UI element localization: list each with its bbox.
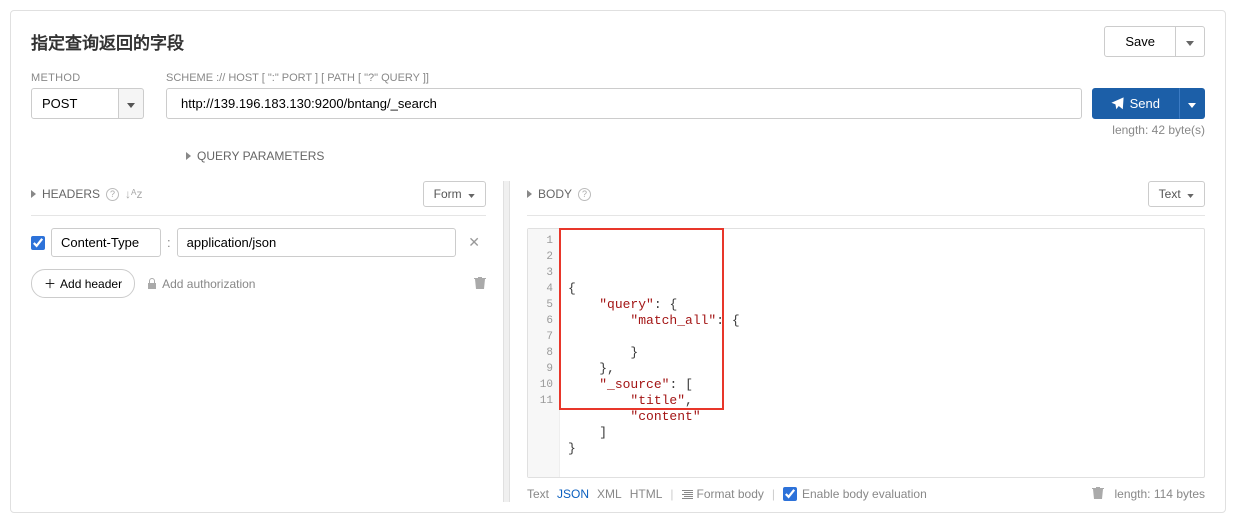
query-parameters-toggle[interactable]: QUERY PARAMETERS [186, 149, 1205, 163]
caret-right-icon [527, 190, 532, 198]
body-pane: BODY ? Text 1234567891011 { "query": { "… [517, 181, 1205, 502]
method-input[interactable] [31, 88, 119, 119]
body-title-group: BODY ? [527, 187, 591, 201]
body-footer-left: Text JSON XML HTML | Format body | Enabl… [527, 487, 927, 501]
clear-headers-button[interactable] [474, 276, 486, 292]
body-help-icon[interactable]: ? [578, 188, 591, 201]
enable-body-eval-group: Enable body evaluation [783, 487, 927, 501]
caret-down-icon [1187, 194, 1194, 198]
code-area[interactable]: { "query": { "match_all": { } }, "_sourc… [560, 229, 1204, 477]
add-header-button[interactable]: ＋ Add header [31, 269, 135, 298]
headers-help-icon[interactable]: ? [106, 188, 119, 201]
chevron-down-icon [1186, 41, 1194, 46]
headers-header: HEADERS ? ↓ᴬᴢ Form [31, 181, 486, 216]
paper-plane-icon [1111, 97, 1124, 110]
enable-body-eval-label: Enable body evaluation [802, 487, 927, 501]
add-authorization-button[interactable]: Add authorization [147, 277, 255, 291]
header-colon: : [167, 235, 171, 250]
format-tab-html[interactable]: HTML [630, 487, 663, 501]
trash-icon [1092, 486, 1104, 499]
split-panes: HEADERS ? ↓ᴬᴢ Form : ✕ ＋ [31, 181, 1205, 502]
page-title: 指定查询返回的字段 [31, 29, 184, 54]
headers-title: HEADERS [42, 187, 100, 201]
lock-icon [147, 278, 157, 289]
trash-icon [474, 276, 486, 289]
method-dropdown-button[interactable] [119, 88, 144, 119]
header-value-input[interactable] [177, 228, 457, 257]
caret-down-icon [127, 103, 135, 108]
format-body-button[interactable]: Format body [682, 487, 764, 501]
caret-right-icon [186, 152, 191, 160]
headers-title-group: HEADERS ? ↓ᴬᴢ [31, 187, 142, 201]
method-select [31, 88, 146, 119]
query-parameters-label: QUERY PARAMETERS [197, 149, 324, 163]
header-remove-button[interactable]: ✕ [462, 234, 486, 251]
inputs-row: Send [31, 88, 1205, 119]
body-mode-button[interactable]: Text [1148, 181, 1205, 207]
send-button-label: Send [1130, 96, 1160, 111]
headers-pane: HEADERS ? ↓ᴬᴢ Form : ✕ ＋ [31, 181, 496, 502]
body-collapse-toggle[interactable] [527, 187, 532, 201]
caret-right-icon [31, 190, 36, 198]
url-length-text: length: 42 byte(s) [31, 123, 1205, 137]
method-label: METHOD [31, 72, 166, 84]
header-enabled-checkbox[interactable] [31, 236, 45, 250]
plus-icon: ＋ [44, 275, 56, 292]
save-dropdown-button[interactable] [1176, 26, 1205, 57]
send-dropdown-button[interactable] [1179, 88, 1205, 119]
body-footer: Text JSON XML HTML | Format body | Enabl… [527, 486, 1205, 502]
body-title: BODY [538, 187, 572, 201]
body-header: BODY ? Text [527, 181, 1205, 216]
headers-actions-row: ＋ Add header Add authorization [31, 269, 486, 298]
clear-body-button[interactable] [1092, 486, 1104, 502]
save-button[interactable]: Save [1104, 26, 1176, 57]
save-button-group: Save [1104, 26, 1205, 57]
input-labels-row: METHOD SCHEME :// HOST [ ":" PORT ] [ PA… [31, 72, 1205, 84]
pane-splitter[interactable] [503, 181, 510, 502]
send-button[interactable]: Send [1092, 88, 1179, 119]
format-icon [682, 490, 693, 499]
divider: | [670, 487, 673, 501]
divider: | [772, 487, 775, 501]
send-button-group: Send [1092, 88, 1205, 119]
request-panel: 指定查询返回的字段 Save METHOD SCHEME :// HOST [ … [10, 10, 1226, 513]
header-row: : ✕ [31, 228, 486, 257]
header-name-input[interactable] [51, 228, 161, 257]
body-footer-right: length: 114 bytes [1092, 486, 1205, 502]
top-row: 指定查询返回的字段 Save [31, 26, 1205, 57]
headers-sort-icon[interactable]: ↓ᴬᴢ [125, 187, 142, 201]
format-tab-text[interactable]: Text [527, 487, 549, 501]
line-number-gutter: 1234567891011 [528, 229, 560, 477]
body-editor[interactable]: 1234567891011 { "query": { "match_all": … [527, 228, 1205, 478]
enable-body-eval-checkbox[interactable] [783, 487, 797, 501]
body-length-text: length: 114 bytes [1114, 487, 1205, 501]
url-input[interactable] [166, 88, 1082, 119]
headers-mode-button[interactable]: Form [423, 181, 486, 207]
chevron-down-icon [1188, 103, 1196, 108]
caret-down-icon [468, 194, 475, 198]
headers-collapse-toggle[interactable] [31, 187, 36, 201]
scheme-label: SCHEME :// HOST [ ":" PORT ] [ PATH [ "?… [166, 72, 1205, 84]
format-tab-xml[interactable]: XML [597, 487, 622, 501]
format-tab-json[interactable]: JSON [557, 487, 589, 501]
